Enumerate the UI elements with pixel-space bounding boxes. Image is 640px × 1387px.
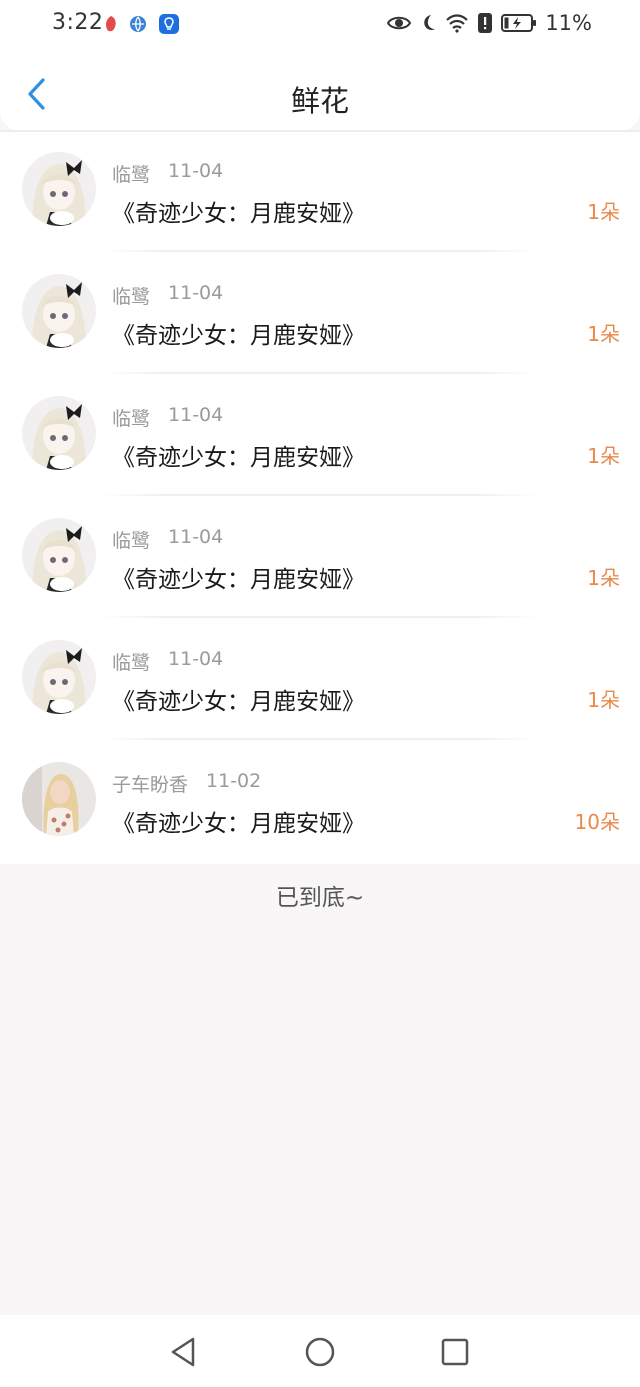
row-amount: 1朵 <box>587 688 620 712</box>
system-nav-bar <box>0 1315 640 1387</box>
row-meta: 临鹭 11-04 <box>112 160 223 187</box>
avatar-anime-girl-icon <box>22 274 96 348</box>
nav-home-button[interactable] <box>301 1333 339 1371</box>
alert-icon <box>478 13 493 33</box>
row-title[interactable]: 《奇迹少女：月鹿安娅》 <box>112 194 365 228</box>
row-title[interactable]: 《奇迹少女：月鹿安娅》 <box>112 560 365 594</box>
moon-icon <box>424 15 436 30</box>
row-meta: 临鹭 11-04 <box>112 282 223 309</box>
battery-percent: 11% <box>545 11 592 35</box>
notification-app-icon <box>106 16 116 32</box>
row-user[interactable]: 子车盼香 <box>112 770 188 797</box>
row-user[interactable]: 临鹭 <box>112 160 150 187</box>
row-title[interactable]: 《奇迹少女：月鹿安娅》 <box>112 682 365 716</box>
row-amount: 1朵 <box>587 566 620 590</box>
row-user[interactable]: 临鹭 <box>112 404 150 431</box>
row-divider <box>100 738 540 740</box>
status-left-icons <box>104 13 180 35</box>
back-triangle-icon <box>171 1337 195 1367</box>
list-item[interactable]: 临鹭 11-04 《奇迹少女：月鹿安娅》 1朵 <box>0 254 640 376</box>
avatar[interactable] <box>22 518 96 592</box>
avatar-anime-girl-icon <box>22 396 96 470</box>
end-of-list-text: 已到底~ <box>275 885 365 911</box>
row-divider <box>100 372 540 374</box>
row-date: 11-04 <box>168 526 224 548</box>
avatar-photo-icon <box>22 762 96 836</box>
row-date: 11-04 <box>168 404 224 426</box>
avatar-anime-girl-icon <box>22 640 96 714</box>
row-amount: 1朵 <box>587 200 620 224</box>
avatar[interactable] <box>22 274 96 348</box>
row-meta: 临鹭 11-04 <box>112 526 223 553</box>
row-title[interactable]: 《奇迹少女：月鹿安娅》 <box>112 804 365 838</box>
avatar[interactable] <box>22 640 96 714</box>
row-amount: 1朵 <box>587 322 620 346</box>
row-date: 11-02 <box>206 770 262 792</box>
bulb-app-icon <box>159 14 179 34</box>
row-meta: 临鹭 11-04 <box>112 404 223 431</box>
row-amount: 1朵 <box>587 444 620 468</box>
avatar[interactable] <box>22 762 96 836</box>
row-user[interactable]: 临鹭 <box>112 648 150 675</box>
recents-square-icon <box>441 1338 469 1366</box>
nav-recents-button[interactable] <box>436 1333 474 1371</box>
list-item[interactable]: 临鹭 11-04 《奇迹少女：月鹿安娅》 1朵 <box>0 620 640 742</box>
avatar[interactable] <box>22 152 96 226</box>
eye-icon <box>387 16 412 30</box>
row-title[interactable]: 《奇迹少女：月鹿安娅》 <box>112 316 365 350</box>
status-right: 11% <box>387 11 592 35</box>
page-title: 鲜花 <box>290 84 349 118</box>
header: 鲜花 <box>0 52 640 132</box>
network-app-icon <box>130 16 146 32</box>
status-time: 3:22 <box>52 10 104 35</box>
avatar-anime-girl-icon <box>22 152 96 226</box>
row-date: 11-04 <box>168 648 224 670</box>
row-meta: 子车盼香 11-02 <box>112 770 261 797</box>
list-item[interactable]: 子车盼香 11-02 《奇迹少女：月鹿安娅》 10朵 <box>0 742 640 864</box>
row-title[interactable]: 《奇迹少女：月鹿安娅》 <box>112 438 365 472</box>
avatar[interactable] <box>22 396 96 470</box>
nav-back-button[interactable] <box>164 1333 202 1371</box>
row-divider <box>100 494 540 496</box>
status-bar: 3:22 11% <box>0 0 640 52</box>
list-item[interactable]: 临鹭 11-04 《奇迹少女：月鹿安娅》 1朵 <box>0 376 640 498</box>
row-date: 11-04 <box>168 282 224 304</box>
row-divider <box>100 616 540 618</box>
row-date: 11-04 <box>168 160 224 182</box>
wifi-icon <box>446 14 469 33</box>
row-amount: 10朵 <box>574 810 620 834</box>
battery-charging-icon <box>501 14 537 32</box>
row-divider <box>100 250 540 252</box>
list-item[interactable]: 临鹭 11-04 《奇迹少女：月鹿安娅》 1朵 <box>0 498 640 620</box>
row-user[interactable]: 临鹭 <box>112 526 150 553</box>
flower-list: 临鹭 11-04 《奇迹少女：月鹿安娅》 1朵 临鹭 11-04 《奇迹少女：月… <box>0 132 640 864</box>
avatar-anime-girl-icon <box>22 518 96 592</box>
list-item[interactable]: 临鹭 11-04 《奇迹少女：月鹿安娅》 1朵 <box>0 132 640 254</box>
row-meta: 临鹭 11-04 <box>112 648 223 675</box>
home-circle-icon <box>305 1337 335 1367</box>
row-user[interactable]: 临鹭 <box>112 282 150 309</box>
